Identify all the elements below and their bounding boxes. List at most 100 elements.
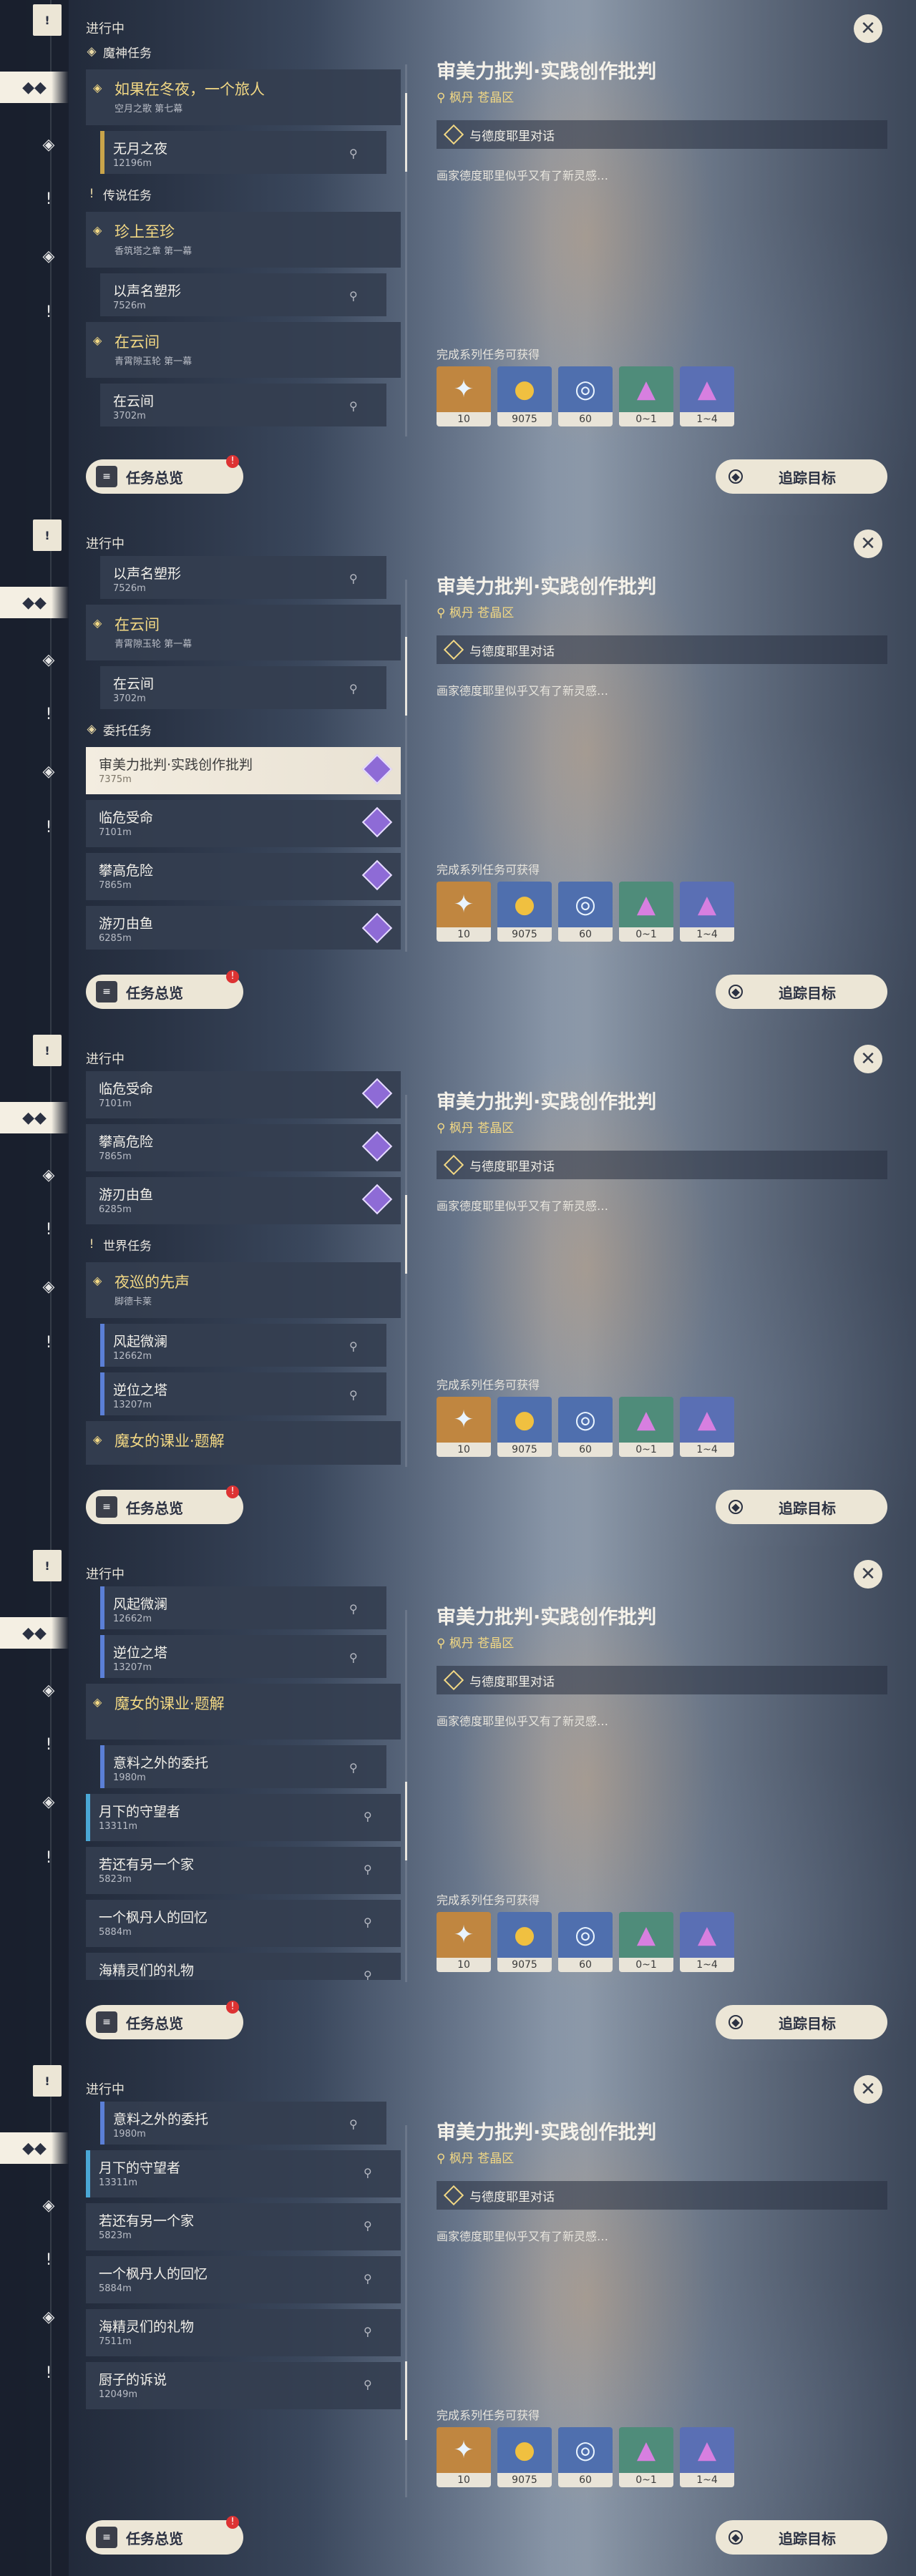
quest-list[interactable]: 临危受命 7101m 攀高危险 7865m 游刃由鱼 6285m! 世界任务 ◈ 夜巡的先声 脚德… xyxy=(86,1068,401,1465)
sidebar-tab-all-quests[interactable]: ◆◆ xyxy=(0,1102,69,1133)
location-pin-icon[interactable]: ⚲ xyxy=(349,2117,364,2132)
sidebar-tab-commission[interactable]: ◈ xyxy=(33,1786,64,1818)
quest-list[interactable]: 风起微澜 12662m ⚲ 逆位之塔 13207m ⚲ ◈ 魔女的课业·题解 意料之外的委托 19… xyxy=(86,1583,401,1980)
quest-item[interactable]: 厨子的诉说 12049m ⚲ xyxy=(86,2362,401,2409)
reward-item[interactable]: ◎ 60 xyxy=(558,882,613,942)
sidebar-tab-world[interactable]: ! xyxy=(33,2357,64,2389)
location-pin-icon[interactable]: ⚲ xyxy=(364,2166,378,2180)
quest-item[interactable]: 海精灵们的礼物7511m⚲ xyxy=(86,1953,401,1980)
scrollbar-thumb[interactable] xyxy=(405,93,407,172)
reward-item[interactable]: ✦ 10 xyxy=(437,1912,491,1972)
sidebar-tab-all-quests[interactable]: ◆◆ xyxy=(0,2132,69,2164)
location-pin-icon[interactable]: ⚲ xyxy=(364,1916,378,1930)
quest-group[interactable]: ◈ 魔女的课业·题解 xyxy=(86,1684,401,1740)
location-pin-icon[interactable]: ⚲ xyxy=(349,1761,364,1775)
sidebar-tab-all-quests[interactable]: ◆◆ xyxy=(0,72,69,103)
quest-item[interactable]: 攀高危险 7865m xyxy=(86,1124,401,1171)
reward-item[interactable]: ✦ 10 xyxy=(437,882,491,942)
sidebar-tab-story[interactable]: ! xyxy=(33,2244,64,2275)
location-pin-icon[interactable]: ⚲ xyxy=(364,2378,378,2392)
quest-item[interactable]: 游刃由鱼 6285m xyxy=(86,906,401,950)
scrollbar-thumb[interactable] xyxy=(405,1195,407,1274)
quest-group[interactable]: ◈ 魔女的课业·题解 xyxy=(86,1421,401,1465)
track-target-button[interactable]: ◆ 追踪目标 xyxy=(716,975,887,1009)
reward-item[interactable]: ● 9075 xyxy=(497,1912,552,1972)
reward-item[interactable]: ▲ 0~1 xyxy=(619,882,673,942)
sidebar-tab-story[interactable]: ! xyxy=(33,183,64,215)
objective-row[interactable]: 与德度耶里对话 xyxy=(437,2181,887,2210)
sidebar-tab-story[interactable]: ! xyxy=(33,1214,64,1245)
reward-item[interactable]: ● 9075 xyxy=(497,366,552,426)
reward-item[interactable]: ▲ 1~4 xyxy=(680,2427,734,2487)
reward-item[interactable]: ▲ 1~4 xyxy=(680,1912,734,1972)
sidebar-tab-story[interactable]: ! xyxy=(33,698,64,730)
sidebar-tab-archon[interactable]: ◈ xyxy=(33,644,64,675)
quest-group[interactable]: ◈ 如果在冬夜，一个旅人 空月之歌 第七幕 xyxy=(86,69,401,125)
objective-row[interactable]: 与德度耶里对话 xyxy=(437,635,887,664)
scrollbar[interactable] xyxy=(405,1095,407,1467)
quest-group[interactable]: ◈ 在云间 青霄隙玉轮 第一幕 xyxy=(86,605,401,660)
close-button[interactable]: ✕ xyxy=(854,530,882,558)
quest-book-icon[interactable]: ! xyxy=(33,1035,62,1066)
reward-item[interactable]: ● 9075 xyxy=(497,1397,552,1457)
quest-item[interactable]: 若还有另一个家 5823m ⚲ xyxy=(86,1847,401,1894)
location-pin-icon[interactable]: ⚲ xyxy=(364,1810,378,1824)
quest-list[interactable]: 以声名塑形 7526m ⚲ ◈ 在云间 青霄隙玉轮 第一幕 在云间 3702m ⚲ ◈ 委托任务 审美… xyxy=(86,552,401,950)
sidebar-tab-all-quests[interactable]: ◆◆ xyxy=(0,1617,69,1649)
sidebar-tab-world[interactable]: ! xyxy=(33,1327,64,1358)
quest-item[interactable]: 一个枫丹人的回忆 5884m ⚲ xyxy=(86,1900,401,1947)
location-pin-icon[interactable]: ⚲ xyxy=(349,1602,364,1616)
reward-item[interactable]: ▲ 1~4 xyxy=(680,366,734,426)
location-pin-icon[interactable]: ⚲ xyxy=(349,1388,364,1402)
close-button[interactable]: ✕ xyxy=(854,2075,882,2104)
reward-item[interactable]: ✦ 10 xyxy=(437,2427,491,2487)
reward-item[interactable]: ▲ 0~1 xyxy=(619,1397,673,1457)
quest-item[interactable]: 以声名塑形 7526m ⚲ xyxy=(100,556,386,599)
quest-overview-button[interactable]: ≡ 任务总览 ! xyxy=(86,455,243,494)
track-target-button[interactable]: ◆ 追踪目标 xyxy=(716,2005,887,2039)
quest-item[interactable]: 审美力批判·实践创作批判 7375m xyxy=(86,747,401,794)
quest-item[interactable]: 临危受命 7101m xyxy=(86,1071,401,1118)
quest-item[interactable]: 风起微澜 12662m ⚲ xyxy=(100,1586,386,1629)
objective-row[interactable]: 与德度耶里对话 xyxy=(437,1666,887,1694)
sidebar-tab-archon[interactable]: ◈ xyxy=(33,1674,64,1706)
location-pin-icon[interactable]: ⚲ xyxy=(364,1968,378,1980)
track-target-button[interactable]: ◆ 追踪目标 xyxy=(716,2520,887,2555)
close-button[interactable]: ✕ xyxy=(854,1560,882,1589)
location-pin-icon[interactable]: ⚲ xyxy=(364,2325,378,2339)
sidebar-tab-archon[interactable]: ◈ xyxy=(33,129,64,160)
quest-list[interactable]: ◈ 魔神任务 ◈ 如果在冬夜，一个旅人 空月之歌 第七幕 无月之夜 12196m ⚲! 传说任务… xyxy=(86,37,401,434)
scrollbar-thumb[interactable] xyxy=(405,2361,407,2440)
quest-item[interactable]: 逆位之塔 13207m ⚲ xyxy=(100,1372,386,1415)
reward-item[interactable]: ◎ 60 xyxy=(558,2427,613,2487)
quest-overview-button[interactable]: ≡ 任务总览 ! xyxy=(86,1485,243,1524)
reward-item[interactable]: ◎ 60 xyxy=(558,1912,613,1972)
objective-row[interactable]: 与德度耶里对话 xyxy=(437,1151,887,1179)
sidebar-tab-commission[interactable]: ◈ xyxy=(33,1271,64,1302)
quest-item[interactable]: 临危受命 7101m xyxy=(86,800,401,847)
reward-item[interactable]: ● 9075 xyxy=(497,882,552,942)
reward-item[interactable]: ● 9075 xyxy=(497,2427,552,2487)
reward-item[interactable]: ▲ 0~1 xyxy=(619,366,673,426)
quest-item[interactable]: 海精灵们的礼物7511m⚲ xyxy=(86,2309,401,2356)
location-pin-icon[interactable]: ⚲ xyxy=(349,1340,364,1354)
sidebar-tab-commission[interactable]: ◈ xyxy=(33,240,64,272)
quest-overview-button[interactable]: ≡ 任务总览 ! xyxy=(86,2516,243,2555)
sidebar-tab-commission[interactable]: ◈ xyxy=(33,756,64,787)
track-target-button[interactable]: ◆ 追踪目标 xyxy=(716,1490,887,1524)
reward-item[interactable]: ✦ 10 xyxy=(437,366,491,426)
reward-item[interactable]: ▲ 1~4 xyxy=(680,882,734,942)
quest-item[interactable]: 以声名塑形 7526m ⚲ xyxy=(100,273,386,316)
location-pin-icon[interactable]: ⚲ xyxy=(349,147,364,161)
quest-item[interactable]: 若还有另一个家 5823m ⚲ xyxy=(86,2203,401,2250)
scrollbar[interactable] xyxy=(405,2125,407,2497)
quest-item[interactable]: 月下的守望者 13311m ⚲ xyxy=(86,2150,401,2197)
reward-item[interactable]: ✦ 10 xyxy=(437,1397,491,1457)
location-pin-icon[interactable]: ⚲ xyxy=(349,1651,364,1665)
scrollbar[interactable] xyxy=(405,64,407,436)
quest-book-icon[interactable]: ! xyxy=(33,519,62,551)
track-target-button[interactable]: ◆ 追踪目标 xyxy=(716,459,887,494)
sidebar-tab-commission[interactable]: ◈ xyxy=(33,2301,64,2333)
scrollbar-thumb[interactable] xyxy=(405,637,407,716)
quest-book-icon[interactable]: ! xyxy=(33,2065,62,2097)
